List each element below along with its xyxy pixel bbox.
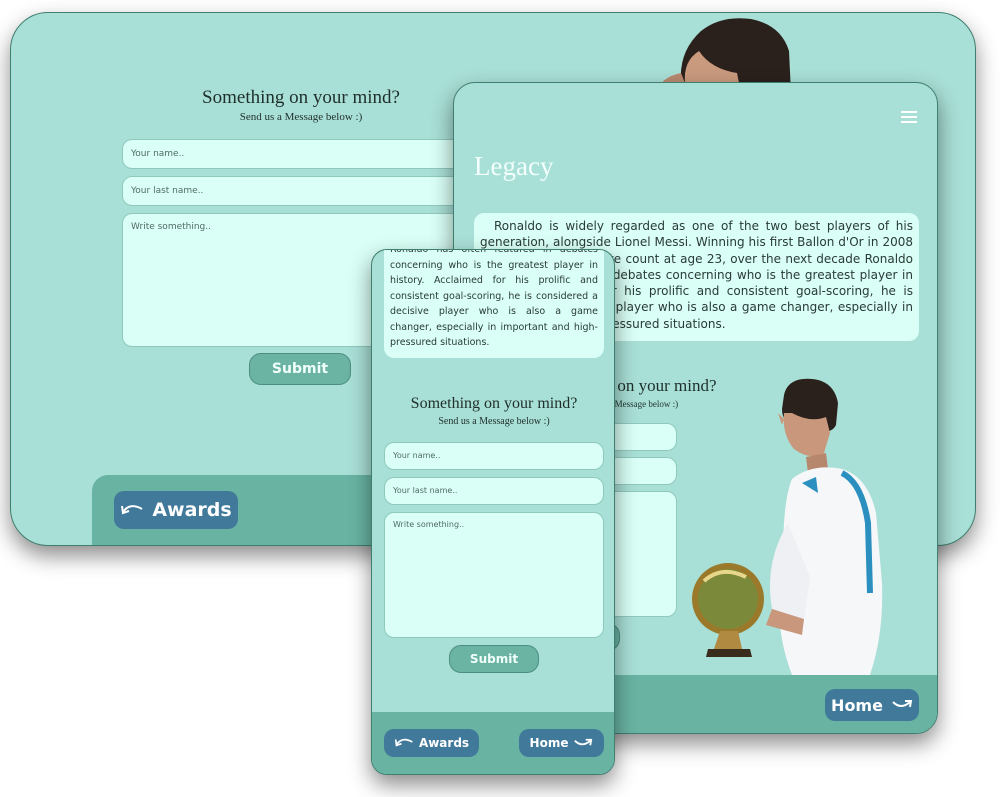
arrow-curve-right-icon xyxy=(891,697,913,713)
mobile-lastname-input[interactable]: Your last name.. xyxy=(384,477,604,505)
mobile-paragraph: Ronaldo has often featured in debates co… xyxy=(390,249,598,348)
mobile-paragraph-box: Ronaldo has often featured in debates co… xyxy=(384,249,604,358)
mobile-contact-subheading: Send us a Message below :) xyxy=(438,416,550,427)
contact-heading: Something on your mind? xyxy=(202,87,400,108)
mobile-lastname-placeholder: Your last name.. xyxy=(393,486,458,495)
lastname-placeholder: Your last name.. xyxy=(131,186,204,196)
legacy-title: Legacy xyxy=(474,151,554,181)
mobile-name-placeholder: Your name.. xyxy=(393,451,441,460)
mobile-screen: Ronaldo has often featured in debates co… xyxy=(371,249,615,775)
mobile-home-label: Home xyxy=(529,736,569,750)
mobile-arrow-curve-left-icon xyxy=(394,736,414,750)
arrow-curve-left-icon xyxy=(120,501,144,520)
message-placeholder: Write something.. xyxy=(131,222,211,232)
lastname-input[interactable]: Your last name.. xyxy=(122,176,482,206)
awards-label: Awards xyxy=(152,499,232,521)
awards-button[interactable]: Awards xyxy=(114,491,238,529)
mobile-message-textarea[interactable]: Write something.. xyxy=(384,512,604,638)
mobile-home-button[interactable]: Home xyxy=(519,729,604,757)
player-trophy-image xyxy=(692,378,883,675)
name-placeholder: Your name.. xyxy=(131,149,185,159)
mobile-awards-label: Awards xyxy=(418,736,470,750)
mobile-message-placeholder: Write something.. xyxy=(393,520,465,529)
submit-label: Submit xyxy=(271,361,329,377)
submit-button[interactable]: Submit xyxy=(249,353,351,385)
tablet-home-button[interactable]: Home xyxy=(825,689,919,721)
mobile-submit-button[interactable]: Submit xyxy=(449,645,539,673)
hamburger-icon[interactable] xyxy=(901,111,917,123)
mobile-awards-button[interactable]: Awards xyxy=(384,729,479,757)
player-head-image xyxy=(655,18,791,93)
contact-subheading: Send us a Message below :) xyxy=(239,111,363,123)
name-input[interactable]: Your name.. xyxy=(122,139,482,169)
tablet-home-label: Home xyxy=(831,695,883,715)
mobile-contact-heading: Something on your mind? xyxy=(410,395,578,412)
mobile-submit-label: Submit xyxy=(469,652,519,666)
mobile-arrow-curve-right-icon xyxy=(573,737,593,750)
mobile-name-input[interactable]: Your name.. xyxy=(384,442,604,470)
